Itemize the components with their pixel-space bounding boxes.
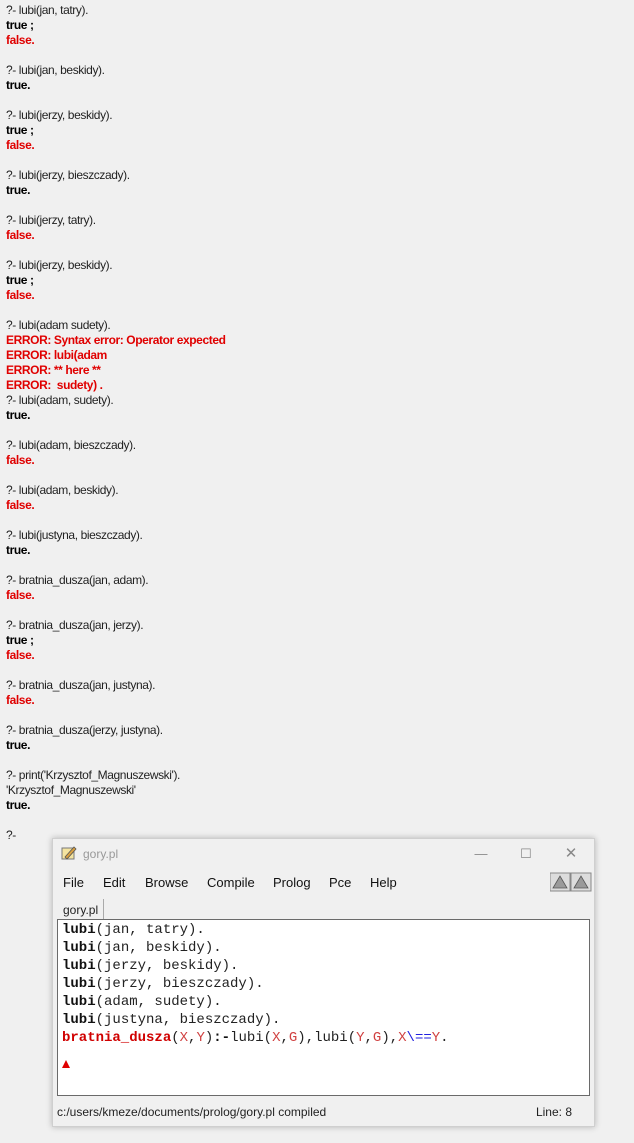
console-line-neg: false. [6,33,35,47]
console-line-query: ?- bratnia_dusza(jan, jerzy). [6,618,144,632]
caret-icon [62,1060,70,1068]
console-line-res: true ; [6,18,34,32]
code-line: lubi(jerzy, bieszczady). [62,976,264,992]
menu-file[interactable]: File [63,875,84,890]
code-line: lubi(adam, sudety). [62,994,222,1010]
console-line-query: ?- bratnia_dusza(jan, justyna). [6,678,156,692]
console-line-query: ?- [6,828,16,842]
console-line-err: ERROR: ** here ** [6,363,101,377]
menu-compile[interactable]: Compile [207,875,255,890]
console-line-query: ?- lubi(jan, tatry). [6,3,89,17]
menu-browse[interactable]: Browse [145,875,188,890]
menu-prolog[interactable]: Prolog [273,875,311,890]
console-line-res: true. [6,183,31,197]
status-bar: c:/users/kmeze/documents/prolog/gory.pl … [57,1103,588,1121]
console-line-neg: false. [6,588,35,602]
console-line-query: ?- lubi(jerzy, tatry). [6,213,96,227]
console-line-neg: false. [6,288,35,302]
menu-help[interactable]: Help [370,875,397,890]
maximize-icon[interactable]: ☐ [511,843,541,865]
pencil-app-icon [61,846,77,860]
console-line-err: ERROR: sudety) . [6,378,103,392]
console-line-res: true. [6,738,31,752]
code-editor[interactable]: lubi(jan, tatry). lubi(jan, beskidy). lu… [57,919,590,1096]
close-icon[interactable]: ✕ [556,843,586,865]
console-line-res: true. [6,408,31,422]
console-line-neg: false. [6,138,35,152]
console-line-query: ?- bratnia_dusza(jerzy, justyna). [6,723,163,737]
console-line-res: true. [6,798,31,812]
code-line: lubi(jan, beskidy). [62,940,222,956]
window-title: gory.pl [83,847,119,861]
console-line-res: true ; [6,273,34,287]
title-bar[interactable]: gory.pl — ☐ ✕ [53,839,594,869]
code-line: lubi(justyna, bieszczady). [62,1012,281,1028]
console-line-neg: false. [6,453,35,467]
console-line-res: true. [6,78,31,92]
code-line: lubi(jan, tatry). [62,922,205,938]
menu-bar: File Edit Browse Compile Prolog Pce Help [53,871,594,895]
editor-window[interactable]: gory.pl — ☐ ✕ File Edit Browse Compile P… [52,838,595,1127]
console-line-out: 'Krzysztof_Magnuszewski' [6,783,136,797]
console-line-res: true ; [6,633,34,647]
console-line-query: ?- lubi(adam, beskidy). [6,483,119,497]
menu-pce[interactable]: Pce [329,875,351,890]
console-line-query: ?- lubi(jerzy, beskidy). [6,108,113,122]
console-line-query: ?- lubi(adam, sudety). [6,393,114,407]
line-indicator: Line: 8 [535,1105,572,1119]
console-line-res: true ; [6,123,34,137]
console-line-query: ?- lubi(justyna, bieszczady). [6,528,143,542]
console-line-neg: false. [6,498,35,512]
minimize-icon[interactable]: — [466,843,496,865]
tab-gory-pl[interactable]: gory.pl [58,899,105,919]
console-line-query: ?- lubi(jerzy, bieszczady). [6,168,130,182]
code-line: lubi(jerzy, beskidy). [62,958,239,974]
console-line-query: ?- lubi(adam, bieszczady). [6,438,136,452]
console-line-query: ?- bratnia_dusza(jan, adam). [6,573,149,587]
console-line-neg: false. [6,648,35,662]
console-line-neg: false. [6,228,35,242]
navigation-arrows-icon[interactable] [550,872,592,892]
console-line-query: ?- lubi(jan, beskidy). [6,63,105,77]
console-line-neg: false. [6,693,35,707]
console-line-err: ERROR: lubi(adam [6,348,107,362]
console-line-query: ?- lubi(adam sudety). [6,318,111,332]
console-line-query: ?- lubi(jerzy, beskidy). [6,258,113,272]
status-message: c:/users/kmeze/documents/prolog/gory.pl … [57,1105,327,1119]
console-line-err: ERROR: Syntax error: Operator expected [6,333,226,347]
console-line-query: ?- print('Krzysztof_Magnuszewski'). [6,768,180,782]
rule-line: bratnia_dusza(X,Y):-lubi(X,G),lubi(Y,G),… [62,1030,449,1046]
console-line-res: true. [6,543,31,557]
menu-edit[interactable]: Edit [103,875,125,890]
